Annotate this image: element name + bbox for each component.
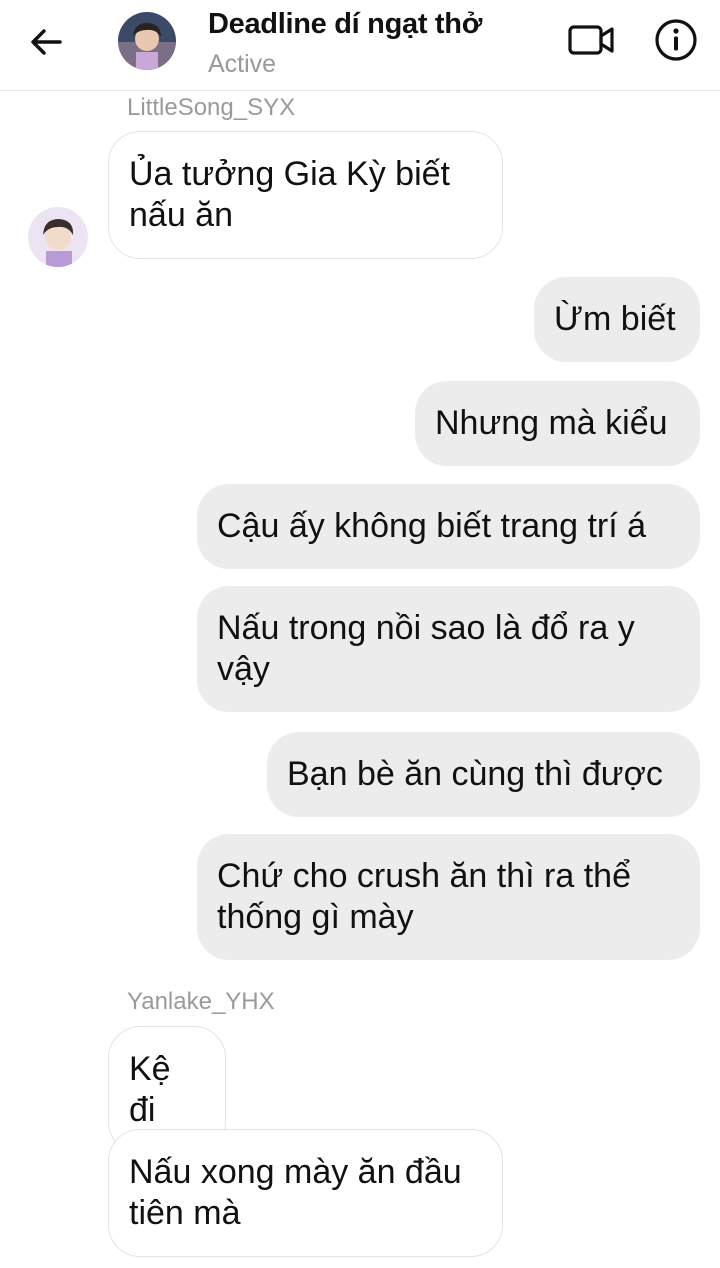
back-arrow-icon[interactable] bbox=[22, 18, 70, 66]
incoming-message[interactable]: Nấu xong mày ăn đầu tiên mà bbox=[108, 1129, 503, 1257]
sender-name: LittleSong_SYX bbox=[127, 94, 296, 121]
conversation-title[interactable]: Deadline dí ngạt thở bbox=[208, 8, 482, 41]
sender-name: Yanlake_YHX bbox=[127, 988, 275, 1015]
chat-header: Deadline dí ngạt thở Active bbox=[0, 0, 720, 91]
incoming-message[interactable]: Ủa tưởng Gia Kỳ biết nấu ăn bbox=[108, 131, 503, 259]
info-icon[interactable] bbox=[652, 16, 700, 64]
outgoing-message[interactable]: Cậu ấy không biết trang trí á bbox=[197, 484, 700, 569]
outgoing-message[interactable]: Chứ cho crush ăn thì ra thể thống gì mày bbox=[197, 834, 700, 960]
group-avatar[interactable] bbox=[118, 12, 176, 70]
active-status: Active bbox=[208, 50, 277, 78]
video-call-icon[interactable] bbox=[566, 18, 618, 62]
outgoing-message[interactable]: Bạn bè ăn cùng thì được bbox=[267, 732, 700, 817]
outgoing-message[interactable]: Nhưng mà kiểu bbox=[415, 381, 700, 466]
outgoing-message[interactable]: Ừm biết bbox=[534, 277, 700, 362]
outgoing-message[interactable]: Nấu trong nồi sao là đổ ra y vậy bbox=[197, 586, 700, 712]
sender-avatar[interactable] bbox=[28, 207, 88, 267]
